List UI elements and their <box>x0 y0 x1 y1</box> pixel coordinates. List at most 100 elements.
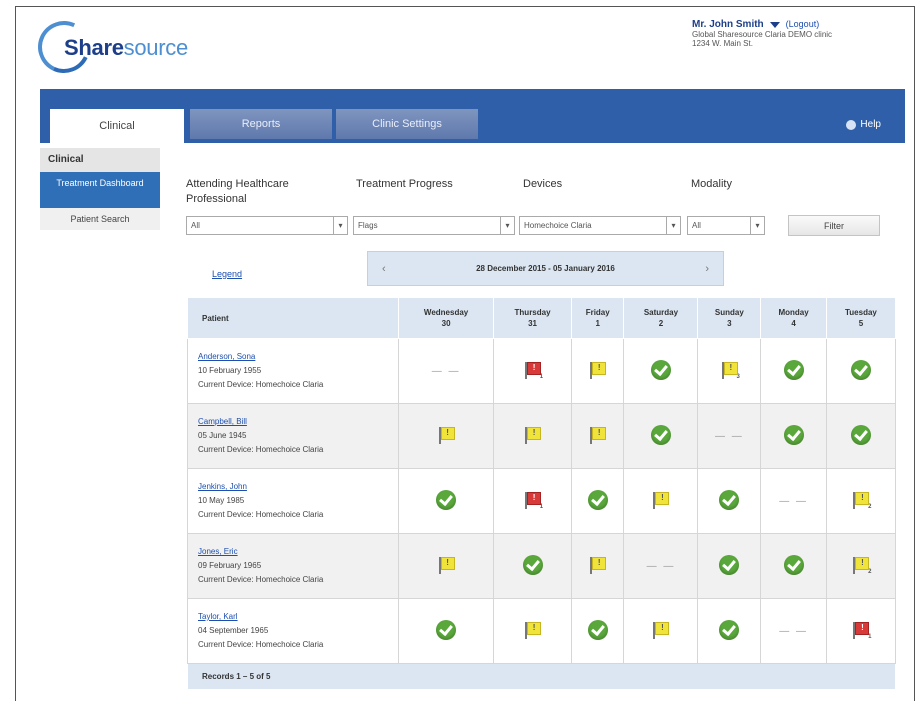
check-circle-icon <box>587 620 608 640</box>
legend-link[interactable]: Legend <box>212 269 242 279</box>
check-circle-icon <box>587 490 608 510</box>
filter-label-progress: Treatment Progress <box>356 178 453 190</box>
patient-cell: Jenkins, John 10 May 1985 Current Device: … <box>187 468 399 534</box>
status-cell[interactable] <box>760 403 827 469</box>
devices-select[interactable]: Homechoice Claria ▾ <box>519 216 681 235</box>
filter-label-devices: Devices <box>523 178 563 190</box>
status-cell[interactable] <box>570 403 625 469</box>
filter-button[interactable]: Filter <box>788 215 880 236</box>
status-cell[interactable] <box>760 338 827 404</box>
check-circle-icon <box>522 555 543 575</box>
status-cell[interactable] <box>493 403 572 469</box>
status-cell[interactable]: 1 <box>493 338 572 404</box>
status-cell[interactable] <box>397 533 495 599</box>
status-cell[interactable]: — — <box>397 338 495 404</box>
app-frame: Sharesource Mr. John Smith (Logout) Glob… <box>15 6 915 701</box>
patient-name-link[interactable]: Campbell, Bill <box>198 417 247 426</box>
no-data-dash-icon: — — <box>779 625 808 637</box>
status-cell[interactable]: 1 <box>493 468 572 534</box>
check-circle-icon <box>436 620 457 640</box>
chevron-right-icon[interactable]: › <box>705 263 709 275</box>
date-range-label: 28 December 2015 - 05 January 2016 <box>476 264 615 273</box>
status-cell[interactable] <box>623 598 699 664</box>
modality-select-value: All <box>692 221 701 230</box>
logout-link[interactable]: (Logout) <box>786 19 820 30</box>
patient-name-link[interactable]: Taylor, Karl <box>198 612 238 621</box>
status-cell[interactable] <box>570 533 625 599</box>
yellow-flag-icon <box>653 492 670 509</box>
patient-dob: 04 September 1965 <box>198 626 269 635</box>
status-cell[interactable] <box>623 338 699 404</box>
status-cell[interactable] <box>570 598 625 664</box>
status-cell[interactable] <box>825 403 897 469</box>
no-data-dash-icon: — — <box>714 430 744 442</box>
logo-part-1: Share <box>64 35 124 60</box>
status-cell[interactable] <box>697 468 762 534</box>
status-cell[interactable]: — — <box>623 533 699 599</box>
status-cell[interactable] <box>570 468 625 534</box>
status-cell[interactable] <box>570 338 625 404</box>
day-number: 2 <box>658 319 664 328</box>
status-cell[interactable] <box>623 468 699 534</box>
tab-clinical[interactable]: Clinical <box>50 109 184 143</box>
status-cell[interactable] <box>397 468 495 534</box>
status-cell[interactable] <box>697 598 762 664</box>
tab-clinic-settings[interactable]: Clinic Settings <box>336 109 478 139</box>
chevron-left-icon[interactable]: ‹ <box>382 263 386 275</box>
status-cell[interactable]: — — <box>697 403 762 469</box>
progress-select-value: Flags <box>358 221 378 230</box>
status-cell[interactable] <box>760 533 827 599</box>
sidebar-item-patient-search[interactable]: Patient Search <box>40 208 160 230</box>
status-cell[interactable] <box>697 533 762 599</box>
patient-dob: 10 May 1985 <box>198 496 245 505</box>
chevron-down-icon: ▾ <box>333 217 347 234</box>
column-header-patient[interactable]: Patient <box>187 297 399 339</box>
day-name: Saturday <box>643 308 679 317</box>
filter-label-modality: Modality <box>691 178 732 190</box>
status-cell[interactable] <box>397 403 495 469</box>
check-circle-icon <box>719 555 740 575</box>
yellow-flag-icon <box>590 557 607 574</box>
status-cell[interactable]: 2 <box>825 468 897 534</box>
help-link[interactable]: Help <box>846 119 881 130</box>
professional-select[interactable]: All ▾ <box>186 216 348 235</box>
column-header-day: Wednesday 30 <box>397 297 495 339</box>
sidebar-heading: Clinical <box>40 148 160 172</box>
red-flag-icon: 1 <box>525 492 543 510</box>
sharesource-logo: Sharesource <box>30 13 206 81</box>
yellow-flag-icon <box>438 557 455 574</box>
patient-name-link[interactable]: Jones, Eric <box>198 547 238 556</box>
patient-cell: Jones, Eric 09 February 1965 Current Devic… <box>187 533 399 599</box>
patient-device: Current Device: Homechoice Claria <box>198 510 324 519</box>
flag-count: 2 <box>868 504 872 510</box>
records-count: Records 1 – 5 of 5 <box>187 663 896 690</box>
status-cell[interactable] <box>825 338 897 404</box>
progress-select[interactable]: Flags ▾ <box>353 216 515 235</box>
day-number: 4 <box>791 319 796 328</box>
red-flag-icon: 1 <box>853 622 871 640</box>
modality-select[interactable]: All ▾ <box>687 216 765 235</box>
status-cell[interactable]: — — <box>760 598 827 664</box>
chevron-down-icon: ▾ <box>500 217 514 234</box>
user-menu-caret-icon[interactable] <box>769 21 780 28</box>
status-cell[interactable] <box>623 403 699 469</box>
status-cell[interactable] <box>493 533 572 599</box>
status-cell[interactable]: 3 <box>697 338 762 404</box>
sidebar-item-treatment-dashboard[interactable]: Treatment Dashboard <box>40 172 160 208</box>
status-cell[interactable] <box>397 598 495 664</box>
status-cell[interactable]: — — <box>760 468 827 534</box>
tab-reports[interactable]: Reports <box>190 109 332 139</box>
status-cell[interactable] <box>493 598 572 664</box>
patient-name-link[interactable]: Anderson, Sona <box>198 352 255 361</box>
status-cell[interactable]: 2 <box>825 533 897 599</box>
user-box: Mr. John Smith (Logout) Global Sharesour… <box>692 19 902 48</box>
user-name[interactable]: Mr. John Smith <box>692 19 764 30</box>
day-name: Wednesday <box>423 308 469 317</box>
column-header-day: Friday 1 <box>570 297 625 339</box>
column-header-day: Thursday 31 <box>493 297 572 339</box>
patient-name-link[interactable]: Jenkins, John <box>198 482 247 491</box>
status-cell[interactable]: 1 <box>825 598 897 664</box>
check-circle-icon <box>650 425 671 445</box>
patient-device: Current Device: Homechoice Claria <box>198 380 324 389</box>
check-circle-icon <box>783 555 804 575</box>
